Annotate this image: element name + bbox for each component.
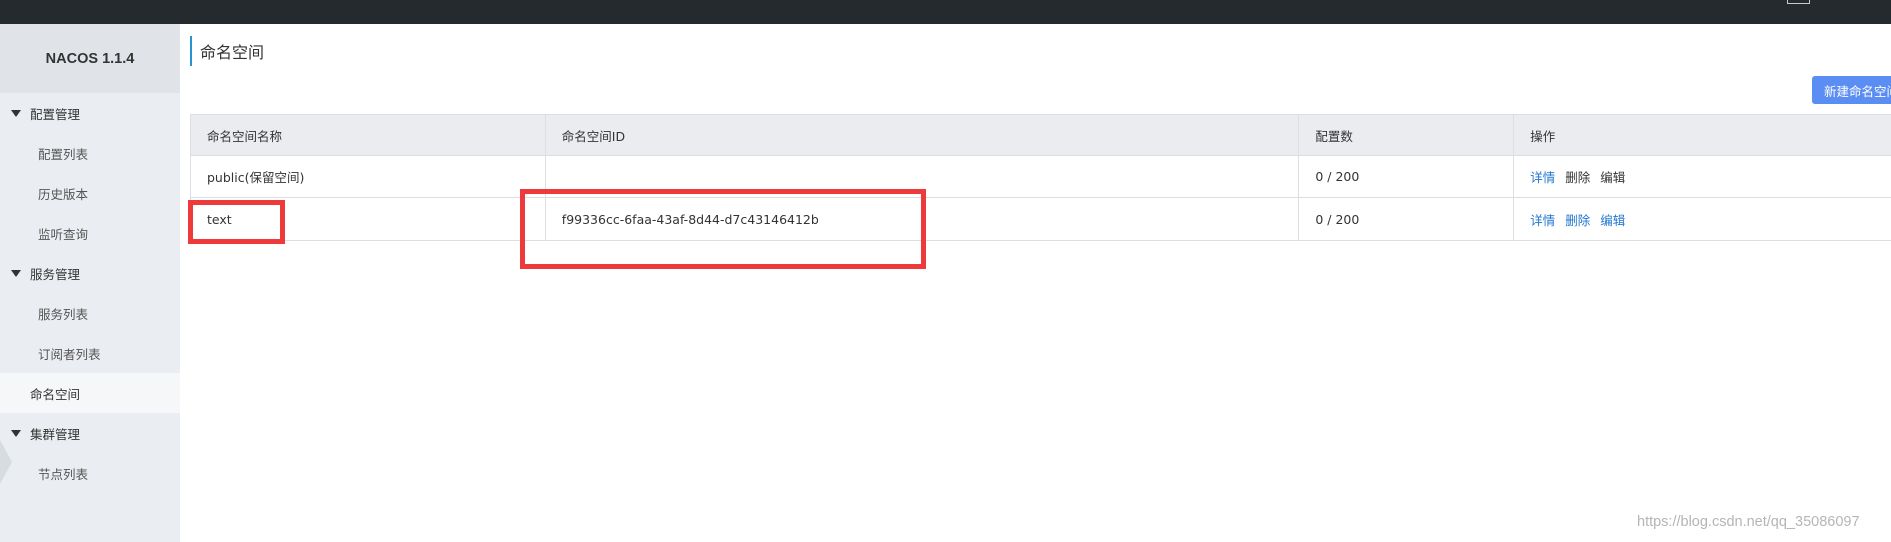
config-count: 0 / 200 (1299, 156, 1515, 197)
sidebar-item-history[interactable]: 历史版本 (0, 173, 180, 213)
edit-link[interactable]: 编辑 (1600, 167, 1625, 186)
namespace-name: public(保留空间) (191, 156, 546, 197)
menu-group-config[interactable]: 配置管理 (0, 93, 180, 133)
sidebar-item-listener-query[interactable]: 监听查询 (0, 213, 180, 253)
actions-cell: 详情 删除 编辑 (1514, 198, 1891, 240)
sidebar-item-subscriber-list[interactable]: 订阅者列表 (0, 333, 180, 373)
sidebar-item-config-list[interactable]: 配置列表 (0, 133, 180, 173)
caret-down-icon (11, 109, 21, 117)
sidebar: NACOS 1.1.4 配置管理 配置列表 历史版本 监听查询 服务管理 服务列… (0, 24, 180, 542)
details-link[interactable]: 详情 (1530, 210, 1555, 229)
delete-link[interactable]: 删除 (1565, 167, 1590, 186)
sidebar-item-node-list[interactable]: 节点列表 (0, 453, 180, 493)
highlight-box-id (520, 189, 926, 269)
actions-cell: 详情 删除 编辑 (1514, 156, 1891, 197)
sidebar-collapse-handle[interactable] (0, 440, 12, 484)
column-header-id: 命名空间ID (546, 115, 1300, 155)
main-content: 命名空间 新建命名空间 命名空间名称 命名空间ID 配置数 操作 public(… (180, 24, 1891, 542)
menu-group-service[interactable]: 服务管理 (0, 253, 180, 293)
table-row: public(保留空间) 0 / 200 详情 删除 编辑 (191, 156, 1891, 198)
window-icon[interactable] (1787, 0, 1810, 4)
table-row: text f99336cc-6faa-43af-8d44-d7c43146412… (191, 198, 1891, 240)
column-header-actions: 操作 (1530, 128, 1556, 144)
edit-link[interactable]: 编辑 (1600, 210, 1625, 229)
config-count: 0 / 200 (1299, 198, 1515, 240)
new-namespace-button[interactable]: 新建命名空间 (1812, 76, 1891, 104)
namespace-table: 命名空间名称 命名空间ID 配置数 操作 public(保留空间) 0 / 20… (190, 114, 1891, 241)
column-header-name: 命名空间名称 (191, 115, 546, 155)
menu-group-cluster[interactable]: 集群管理 (0, 413, 180, 453)
sidebar-item-service-list[interactable]: 服务列表 (0, 293, 180, 333)
top-bar (0, 0, 1891, 24)
highlight-box-name (188, 200, 285, 244)
brand-logo: NACOS 1.1.4 (0, 24, 180, 93)
menu-group-label: 配置管理 (30, 106, 81, 122)
watermark: https://blog.csdn.net/qq_35086097 (1637, 514, 1860, 530)
table-header: 命名空间名称 命名空间ID 配置数 操作 (191, 115, 1891, 156)
delete-link[interactable]: 删除 (1565, 210, 1590, 229)
caret-down-icon (11, 429, 21, 437)
column-header-count: 配置数 (1299, 115, 1515, 155)
menu-group-label: 服务管理 (30, 266, 81, 282)
sidebar-item-namespace[interactable]: 命名空间 (0, 373, 180, 413)
page-title: 命名空间 (190, 36, 264, 66)
menu-group-label: 集群管理 (30, 426, 81, 442)
details-link[interactable]: 详情 (1530, 167, 1555, 186)
caret-down-icon (11, 269, 21, 277)
